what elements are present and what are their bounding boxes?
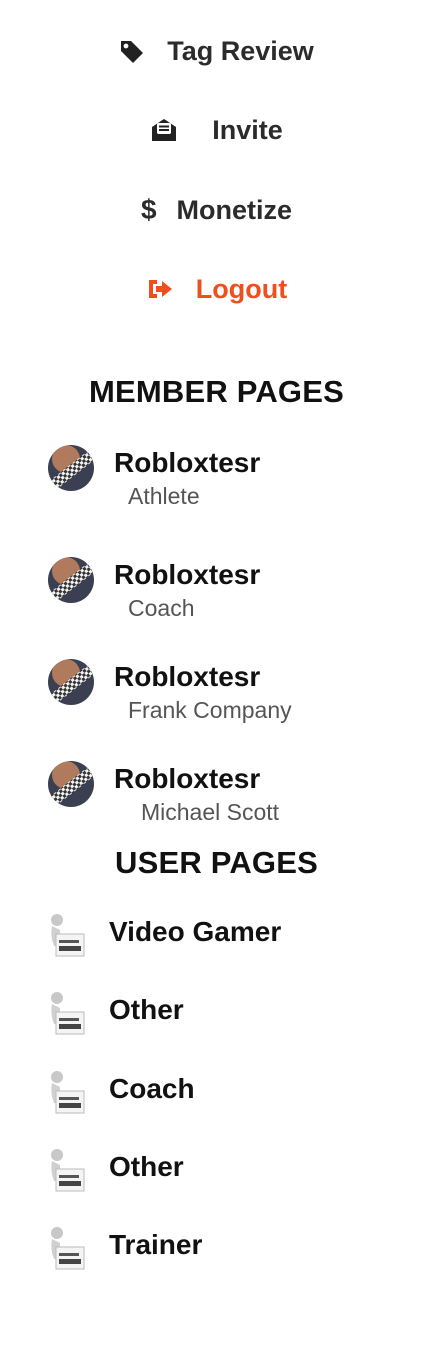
- user-page-label: Trainer: [109, 1229, 203, 1260]
- member-page-item[interactable]: Robloxtesr Coach: [48, 555, 428, 625]
- menu-tag-review[interactable]: Tag Review: [0, 25, 433, 77]
- menu-invite-label: Invite: [212, 114, 283, 145]
- user-page-item[interactable]: Coach: [46, 1069, 426, 1125]
- avatar: [48, 761, 94, 807]
- member-pages-title: MEMBER PAGES: [88, 374, 345, 409]
- member-page-role: Michael Scott: [141, 799, 280, 825]
- member-page-role: Frank Company: [128, 697, 292, 723]
- user-page-label: Other: [109, 1151, 184, 1182]
- placeholder-image-icon: [46, 990, 86, 1038]
- placeholder-image-icon: [46, 1069, 86, 1117]
- user-page-item[interactable]: Video Gamer: [46, 912, 426, 968]
- member-page-name: Robloxtesr: [114, 559, 261, 590]
- menu-tag-review-label: Tag Review: [167, 35, 314, 66]
- placeholder-image-icon: [46, 912, 86, 960]
- menu-logout-label: Logout: [195, 273, 288, 304]
- menu-invite[interactable]: Invite: [0, 104, 433, 156]
- member-page-role: Athlete: [128, 483, 200, 509]
- member-page-name: Robloxtesr: [114, 763, 261, 794]
- avatar: [48, 445, 94, 491]
- member-page-name: Robloxtesr: [114, 661, 261, 692]
- member-page-item[interactable]: Robloxtesr Athlete: [48, 443, 428, 513]
- tag-icon: [119, 39, 145, 63]
- placeholder-image-icon: [46, 1225, 86, 1273]
- placeholder-image-icon: [46, 1147, 86, 1195]
- user-page-item[interactable]: Other: [46, 990, 426, 1046]
- user-page-label: Coach: [109, 1073, 195, 1104]
- avatar: [48, 659, 94, 705]
- user-page-label: Video Gamer: [109, 916, 282, 947]
- sign-out-icon: [146, 277, 174, 301]
- user-page-item[interactable]: Other: [46, 1147, 426, 1203]
- user-page-item[interactable]: Trainer: [46, 1225, 426, 1281]
- user-pages-title: USER PAGES: [115, 845, 318, 880]
- member-page-item[interactable]: Robloxtesr Frank Company: [48, 657, 428, 727]
- member-page-role: Coach: [128, 595, 195, 621]
- avatar: [48, 557, 94, 603]
- dollar-icon: $: [140, 194, 157, 225]
- member-page-name: Robloxtesr: [114, 447, 261, 478]
- user-page-label: Other: [109, 994, 184, 1025]
- member-page-item[interactable]: Robloxtesr Michael Scott: [48, 759, 428, 829]
- envelope-open-icon: [150, 117, 178, 143]
- menu-logout[interactable]: Logout: [0, 263, 433, 315]
- menu-monetize[interactable]: $ Monetize: [0, 184, 433, 236]
- menu-monetize-label: Monetize: [176, 194, 293, 225]
